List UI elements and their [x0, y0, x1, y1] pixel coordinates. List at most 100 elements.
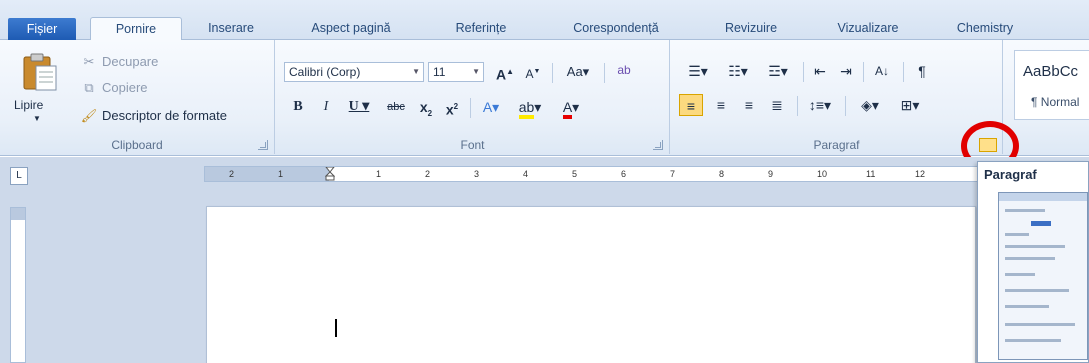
ruler-margin	[205, 167, 329, 181]
font-group-label: Font	[460, 138, 485, 152]
line-spacing-icon[interactable]: ↕≡▾	[803, 94, 837, 116]
style-sample: AaBbCc	[1023, 63, 1079, 80]
decrease-indent-icon[interactable]: ⇤	[809, 60, 831, 82]
align-right-icon[interactable]: ≡	[737, 94, 761, 116]
increase-indent-icon[interactable]: ⇥	[835, 60, 857, 82]
sort-icon[interactable]: A↓	[869, 60, 895, 82]
style-normal-tile[interactable]: AaBbCc ¶ Normal	[1014, 50, 1089, 120]
cut-label: Decupare	[102, 54, 159, 69]
shading-icon[interactable]: ◈▾	[853, 94, 887, 116]
scissors-icon: ✂	[83, 54, 95, 69]
font-name-combo[interactable]: Calibri (Corp) ▼	[284, 62, 424, 82]
horizontal-ruler[interactable]: 2 1 1 2 3 4 5 6 7 8 9 10 11 12	[204, 166, 984, 182]
paste-icon	[23, 53, 57, 91]
strikethrough-icon[interactable]: abc	[382, 96, 410, 118]
ruler-number: 7	[670, 169, 676, 179]
ruler-number: 10	[817, 169, 828, 179]
tab-file[interactable]: Fișier	[8, 18, 76, 40]
tooltip-title: Paragraf	[984, 167, 1037, 182]
format-painter-button[interactable]: 🖌 Descriptor de formate	[80, 106, 227, 126]
subscript-icon[interactable]: x2	[416, 96, 436, 118]
ruler-number: 2	[229, 169, 235, 179]
italic-icon[interactable]: I	[316, 96, 336, 118]
align-center-icon[interactable]: ≡	[709, 94, 733, 116]
separator	[863, 62, 864, 82]
ruler-number: 2	[425, 169, 431, 179]
dialog-line	[1005, 289, 1069, 292]
separator	[797, 96, 798, 116]
multilevel-list-icon[interactable]: ☲▾	[761, 60, 795, 82]
format-painter-label: Descriptor de formate	[102, 108, 227, 123]
separator	[845, 96, 846, 116]
separator	[903, 62, 904, 82]
tab-view[interactable]: Vizualizare	[818, 17, 918, 41]
style-name: ¶ Normal	[1031, 95, 1080, 109]
bullets-icon[interactable]: ☰▾	[681, 60, 715, 82]
tab-chemistry[interactable]: Chemistry	[940, 17, 1030, 41]
grow-font-icon[interactable]: A▲	[494, 61, 516, 83]
align-left-icon[interactable]: ≡	[679, 94, 703, 116]
ruler-number: 5	[572, 169, 578, 179]
paragraph-tooltip: Paragraf	[977, 161, 1089, 363]
ruler-number: 4	[523, 169, 529, 179]
tab-page-layout[interactable]: Aspect pagină	[292, 17, 410, 41]
ruler-margin	[11, 208, 25, 220]
dialog-line	[1005, 339, 1061, 342]
ribbon: Lipire ▼ ✂ Decupare ⧉ Copiere 🖌 Descriptor …	[0, 40, 1089, 156]
ruler-number: 11	[866, 169, 876, 179]
highlight-color-icon[interactable]: ab▾	[512, 96, 548, 119]
show-formatting-marks-icon[interactable]: ¶	[911, 60, 933, 82]
tab-mailings[interactable]: Corespondență	[556, 17, 676, 41]
cut-button[interactable]: ✂ Decupare	[80, 52, 159, 72]
ruler-number: 12	[915, 169, 926, 179]
separator	[552, 63, 553, 83]
font-color-icon[interactable]: A▾	[554, 96, 588, 119]
shrink-font-icon[interactable]: A▼	[522, 61, 544, 83]
paste-label: Lipire	[14, 98, 44, 112]
clear-formatting-icon[interactable]: ab	[612, 59, 636, 81]
tab-references[interactable]: Referințe	[436, 17, 526, 41]
separator	[604, 63, 605, 83]
clipboard-dialog-launcher[interactable]	[258, 140, 268, 150]
brush-icon: 🖌	[80, 108, 98, 123]
numbering-icon[interactable]: ☷▾	[721, 60, 755, 82]
copy-button[interactable]: ⧉ Copiere	[80, 78, 148, 98]
paragraph-group-label: Paragraf	[813, 138, 860, 152]
font-dialog-launcher[interactable]	[653, 140, 663, 150]
paragraph-dialog-preview	[998, 192, 1088, 360]
tab-selector[interactable]: L	[10, 167, 28, 185]
dialog-line	[1005, 273, 1035, 276]
copy-label: Copiere	[102, 80, 148, 95]
copy-icon: ⧉	[84, 80, 94, 95]
ruler-number: 1	[278, 169, 284, 179]
dialog-line	[1005, 245, 1065, 248]
tab-review[interactable]: Revizuire	[706, 17, 796, 41]
font-group: Calibri (Corp) ▼ 11 ▼ A▲ A▼ Aa▾ ab B I U ▾…	[276, 40, 670, 154]
document-page[interactable]	[206, 206, 976, 363]
borders-icon[interactable]: ⊞▾	[893, 94, 927, 116]
text-effects-icon[interactable]: A▾	[476, 96, 506, 118]
chevron-down-icon: ▼	[472, 67, 480, 76]
dialog-line	[1005, 209, 1045, 212]
indent-marker-icon[interactable]	[325, 167, 335, 181]
dialog-field	[1031, 221, 1051, 226]
superscript-icon[interactable]: x2	[442, 96, 462, 118]
underline-icon[interactable]: U ▾	[344, 96, 374, 118]
dialog-line	[1005, 257, 1055, 260]
document-workspace: L 2 1 1 2 3 4 5 6 7 8 9 10 11 12	[0, 157, 1089, 363]
tab-home[interactable]: Pornire	[90, 17, 182, 41]
tab-insert[interactable]: Inserare	[196, 17, 266, 41]
change-case-icon[interactable]: Aa▾	[560, 61, 596, 83]
chevron-down-icon: ▼	[412, 67, 420, 76]
chevron-down-icon: ▼	[33, 114, 41, 123]
bold-icon[interactable]: B	[288, 96, 308, 118]
separator	[803, 62, 804, 82]
vertical-ruler[interactable]	[10, 207, 26, 363]
justify-icon[interactable]: ≣	[765, 94, 789, 116]
dialog-title-bar	[999, 193, 1087, 201]
clipboard-group: Lipire ▼ ✂ Decupare ⧉ Copiere 🖌 Descriptor …	[0, 40, 275, 154]
font-size-combo[interactable]: 11 ▼	[428, 62, 484, 82]
font-name-value: Calibri (Corp)	[289, 65, 361, 79]
ruler-number: 8	[719, 169, 725, 179]
dialog-line	[1005, 233, 1029, 236]
